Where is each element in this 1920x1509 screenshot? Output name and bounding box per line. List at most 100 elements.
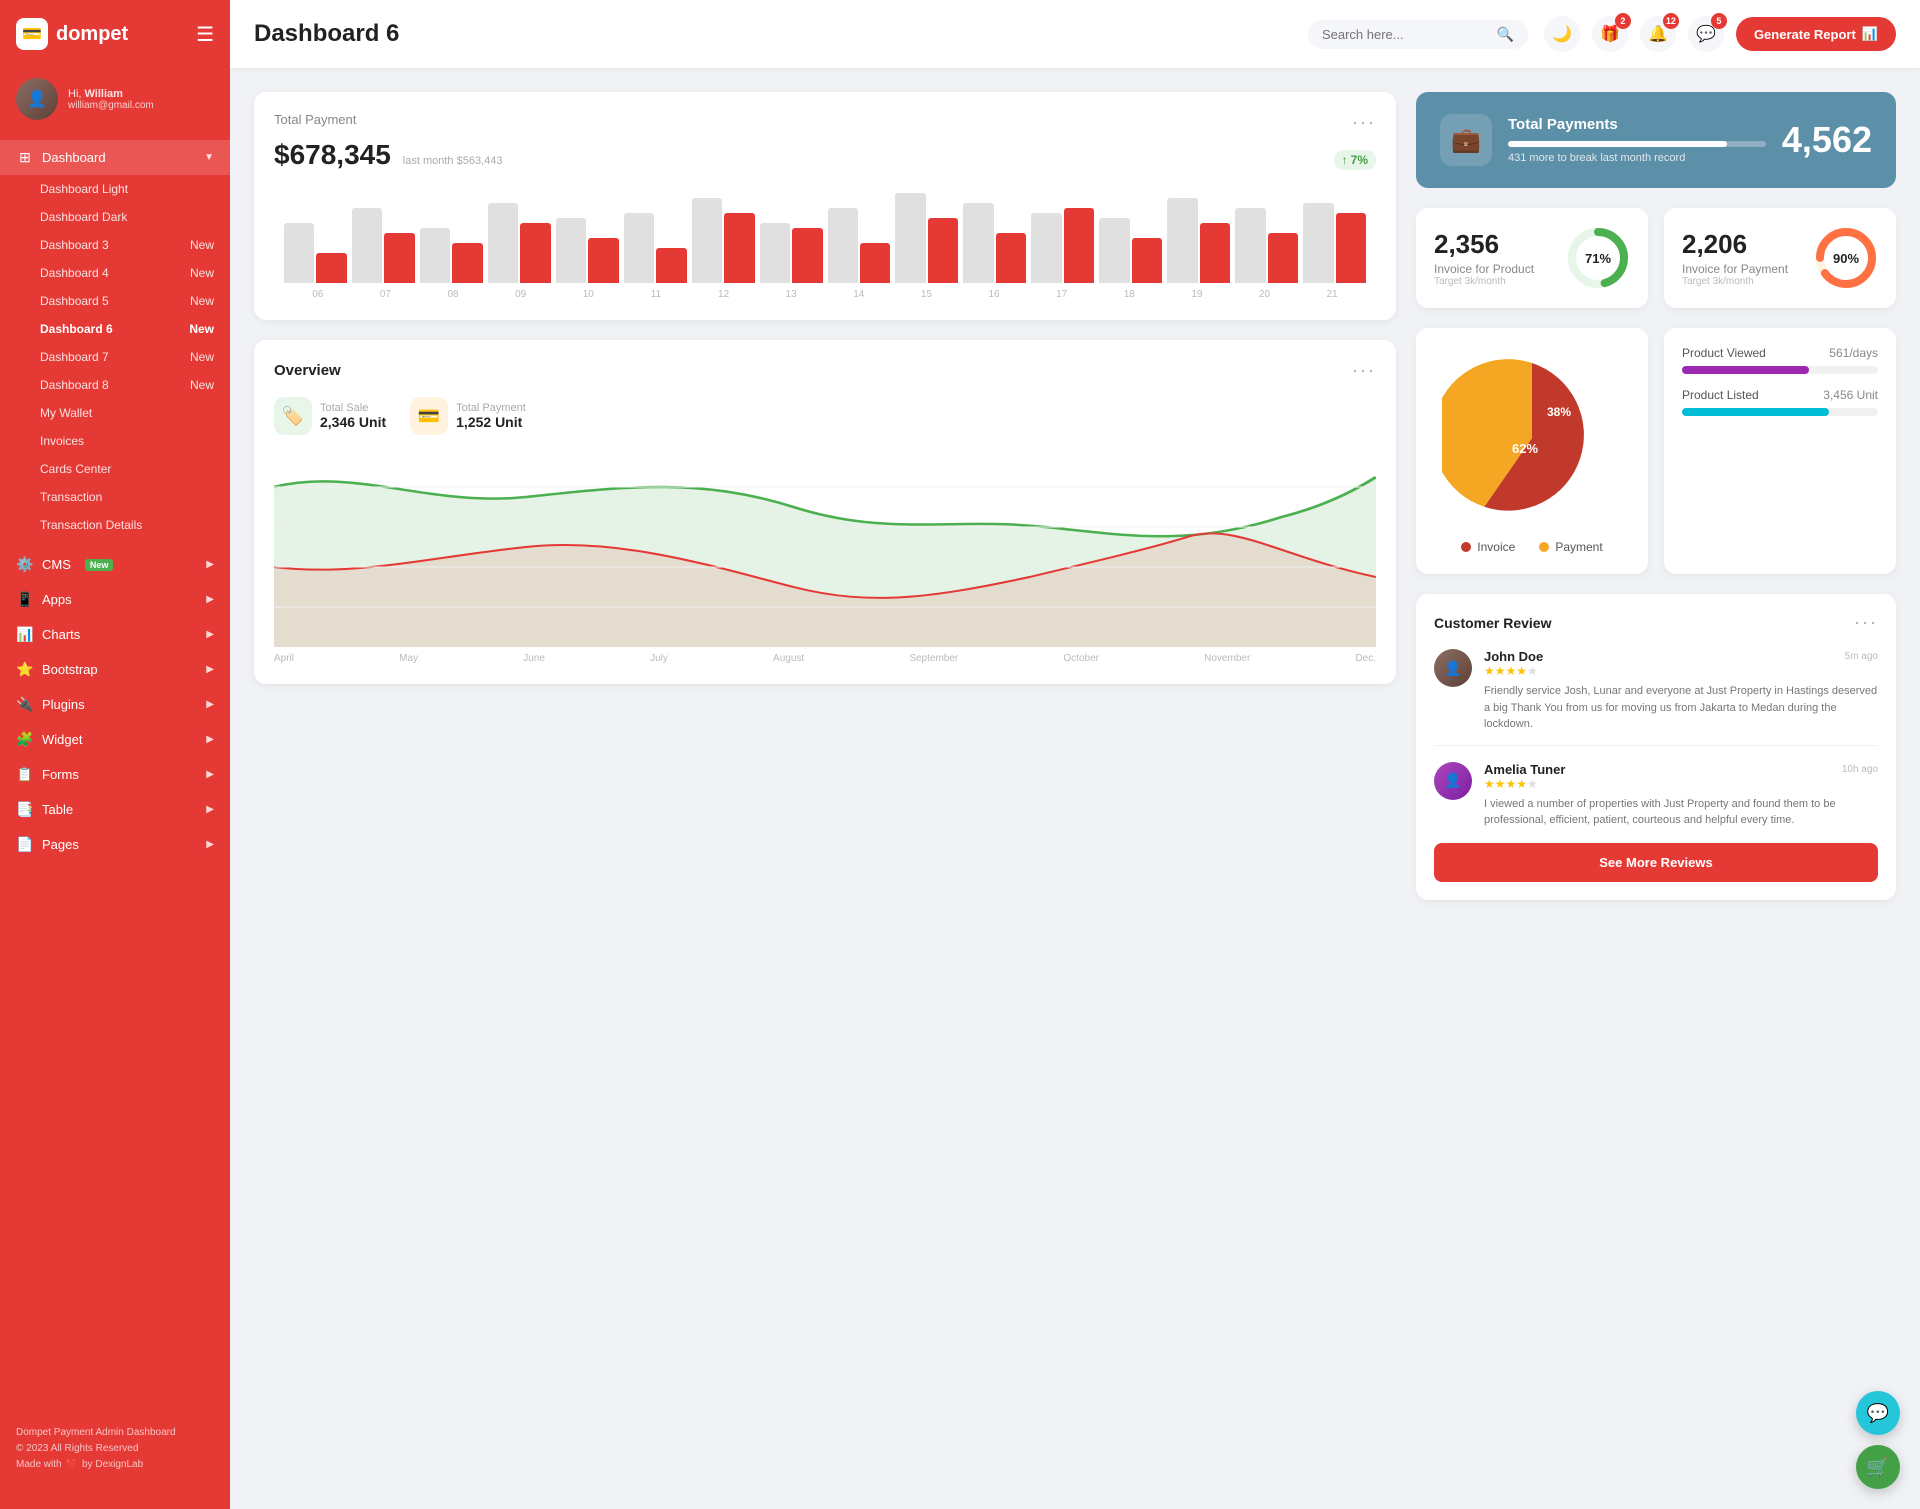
user-info: Hi, William william@gmail.com (68, 88, 154, 111)
metric-listed-bar-bg (1682, 408, 1878, 416)
moon-toggle[interactable]: 🌙 (1544, 16, 1580, 52)
chart-label-dec: Dec. (1355, 653, 1376, 664)
user-email: william@gmail.com (68, 100, 154, 111)
sidebar-item-dashboard-4[interactable]: Dashboard 4 New (0, 259, 230, 287)
footer-title: Dompet Payment Admin Dashboard (16, 1425, 214, 1441)
sidebar-item-table[interactable]: 📑 Table ▶ (0, 792, 230, 827)
bar-label: 07 (352, 289, 420, 300)
table-icon: 📑 (16, 801, 34, 818)
sidebar-item-cms[interactable]: ⚙️ CMS New ▶ (0, 547, 230, 582)
bar-label: 11 (622, 289, 690, 300)
chart-bar-icon: 📊 (1862, 26, 1878, 42)
main-nav-section: ⚙️ CMS New ▶ 📱 Apps ▶ 📊 Charts ▶ ⭐ Boots… (0, 543, 230, 866)
total-payment-card: Total Payment ··· $678,345 last month $5… (254, 92, 1396, 320)
bar-chart-container: 06070809101112131415161718192021 (274, 183, 1376, 300)
bar-red (1268, 233, 1298, 283)
reviewer-header-1: Amelia Tuner 10h ago (1484, 762, 1878, 777)
logo[interactable]: 💳 dompet (16, 18, 128, 50)
product-viewed-metric: Product Viewed 561/days (1682, 346, 1878, 374)
metric-listed-value: 3,456 Unit (1823, 388, 1878, 402)
bar-red (656, 248, 686, 283)
bar-label: 08 (419, 289, 487, 300)
bar-red (724, 213, 754, 283)
metric-viewed-header: Product Viewed 561/days (1682, 346, 1878, 360)
sidebar-item-invoices[interactable]: Invoices (0, 427, 230, 455)
dashboard-nav-section: ⊞ Dashboard ▼ Dashboard Light Dashboard … (0, 136, 230, 543)
sidebar-item-transaction[interactable]: Transaction (0, 483, 230, 511)
chat-float-button[interactable]: 💬 (1856, 1391, 1900, 1435)
bar-group (828, 208, 891, 283)
invoice-legend-label: Invoice (1477, 540, 1515, 554)
sidebar-item-dashboard-8[interactable]: Dashboard 8 New (0, 371, 230, 399)
sidebar-item-dashboard-6[interactable]: Dashboard 6 New (0, 315, 230, 343)
pie-chart-section: 62% 38% Invoice Payment (1416, 328, 1648, 574)
cart-float-button[interactable]: 🛒 (1856, 1445, 1900, 1489)
sidebar-item-forms[interactable]: 📋 Forms ▶ (0, 757, 230, 792)
user-profile: 👤 Hi, William william@gmail.com (0, 68, 230, 136)
bar-gray (1235, 208, 1265, 283)
chart-label-november: November (1204, 653, 1250, 664)
bar-label: 16 (960, 289, 1028, 300)
chevron-right-icon: ▶ (206, 839, 214, 850)
cart-float-icon: 🛒 (1867, 1457, 1889, 1478)
product-listed-metric: Product Listed 3,456 Unit (1682, 388, 1878, 416)
search-input[interactable] (1322, 27, 1489, 42)
invoice-product-donut: 71% (1566, 226, 1630, 290)
metric-listed-label: Product Listed (1682, 388, 1759, 402)
sidebar-item-widget[interactable]: 🧩 Widget ▶ (0, 722, 230, 757)
invoice-payment-label: Invoice for Payment (1682, 262, 1788, 276)
chat-badge: 5 (1711, 13, 1727, 29)
gift-notification-btn[interactable]: 🎁 2 (1592, 16, 1628, 52)
more-options-btn[interactable]: ··· (1352, 112, 1376, 133)
see-more-reviews-button[interactable]: See More Reviews (1434, 843, 1878, 882)
sidebar-item-dashboard-dark[interactable]: Dashboard Dark (0, 203, 230, 231)
bar-label: 14 (825, 289, 893, 300)
sidebar-item-charts[interactable]: 📊 Charts ▶ (0, 617, 230, 652)
sidebar-item-transaction-details[interactable]: Transaction Details (0, 511, 230, 539)
floating-buttons: 💬 🛒 (1856, 1391, 1900, 1489)
overview-more-btn[interactable]: ··· (1352, 360, 1376, 381)
sidebar-item-dashboard-5[interactable]: Dashboard 5 New (0, 287, 230, 315)
badge-new: New (190, 378, 214, 392)
total-sale-label: Total Sale (320, 402, 386, 414)
sidebar-item-bootstrap[interactable]: ⭐ Bootstrap ▶ (0, 652, 230, 687)
banner-sub: 431 more to break last month record (1508, 152, 1766, 164)
stat-total-payment: 💳 Total Payment 1,252 Unit (410, 397, 526, 435)
bar-group (420, 228, 483, 283)
review-card-header: Customer Review ··· (1434, 612, 1878, 633)
metric-viewed-bar-bg (1682, 366, 1878, 374)
bell-notification-btn[interactable]: 🔔 12 (1640, 16, 1676, 52)
bar-gray (556, 218, 586, 283)
logo-text: dompet (56, 23, 128, 46)
metric-listed-header: Product Listed 3,456 Unit (1682, 388, 1878, 402)
sidebar-item-plugins[interactable]: 🔌 Plugins ▶ (0, 687, 230, 722)
chat-notification-btn[interactable]: 💬 5 (1688, 16, 1724, 52)
sidebar-item-cards-center[interactable]: Cards Center (0, 455, 230, 483)
review-time-1: 10h ago (1842, 764, 1878, 775)
bar-label: 12 (690, 289, 758, 300)
stat-total-payment-info: Total Payment 1,252 Unit (456, 402, 526, 430)
bar-gray (1099, 218, 1129, 283)
sidebar-item-my-wallet[interactable]: My Wallet (0, 399, 230, 427)
sidebar-item-dashboard[interactable]: ⊞ Dashboard ▼ (0, 140, 230, 175)
sidebar-item-dashboard-7[interactable]: Dashboard 7 New (0, 343, 230, 371)
svg-text:71%: 71% (1585, 251, 1611, 266)
bar-gray (624, 213, 654, 283)
sidebar-item-pages[interactable]: 📄 Pages ▶ (0, 827, 230, 862)
legend-invoice: Invoice (1461, 540, 1515, 554)
reviewer-name-0: John Doe (1484, 649, 1543, 664)
sidebar-item-dashboard-3[interactable]: Dashboard 3 New (0, 231, 230, 259)
chevron-right-icon: ▶ (206, 699, 214, 710)
generate-report-button[interactable]: Generate Report 📊 (1736, 17, 1896, 51)
sidebar: 💳 dompet ☰ 👤 Hi, William william@gmail.c… (0, 0, 230, 1509)
review-more-btn[interactable]: ··· (1854, 612, 1878, 633)
review-item-1: 👤 Amelia Tuner 10h ago ★★★★★ I viewed a … (1434, 762, 1878, 829)
hamburger-menu[interactable]: ☰ (196, 22, 214, 47)
sidebar-item-dashboard-light[interactable]: Dashboard Light (0, 175, 230, 203)
total-payments-banner: 💼 Total Payments 431 more to break last … (1416, 92, 1896, 188)
bar-group (1099, 218, 1162, 283)
bar-gray (1167, 198, 1197, 283)
stars-1: ★★★★★ (1484, 777, 1878, 791)
bar-label: 18 (1096, 289, 1164, 300)
sidebar-item-apps[interactable]: 📱 Apps ▶ (0, 582, 230, 617)
